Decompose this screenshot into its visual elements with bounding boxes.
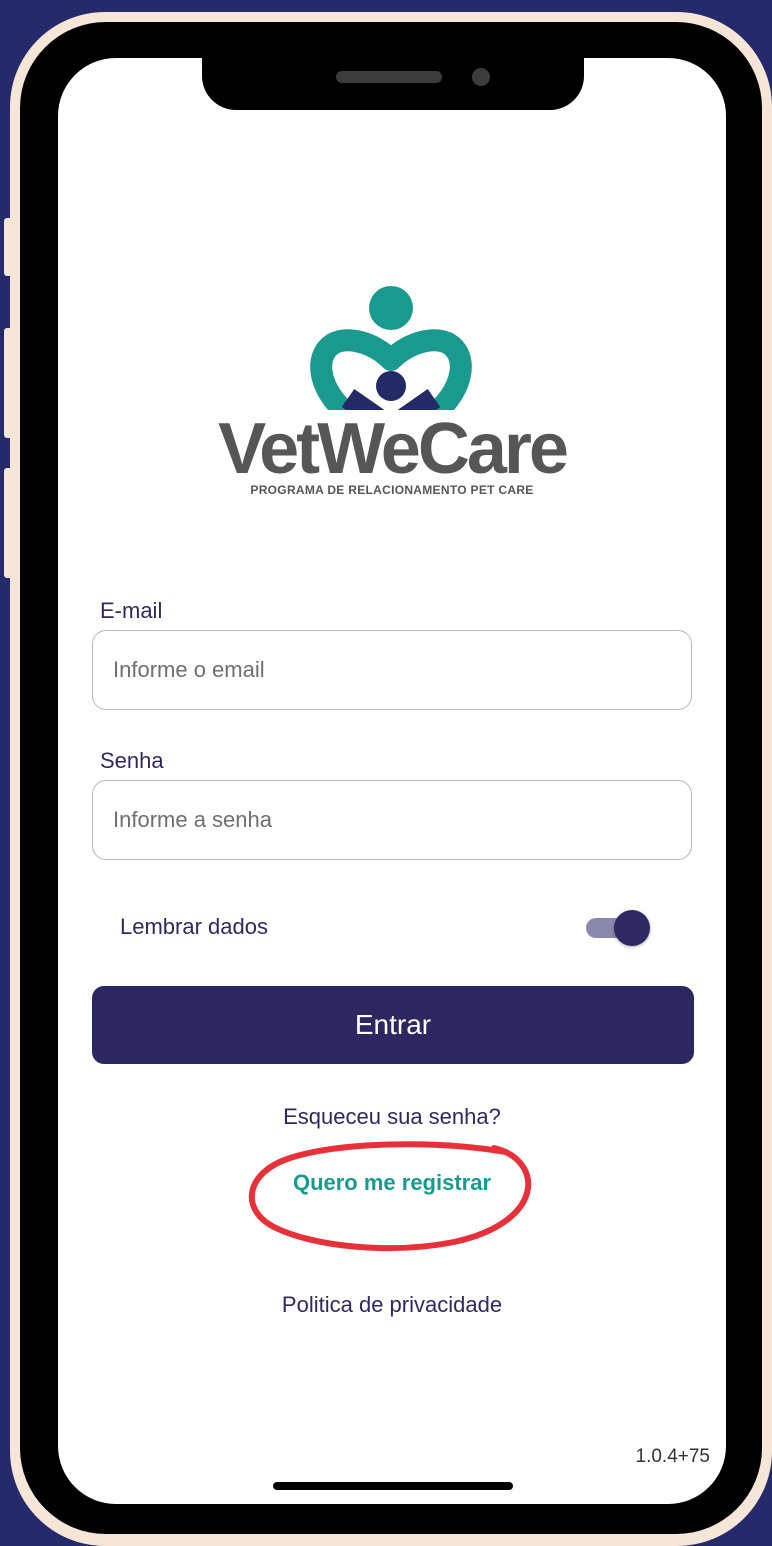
forgot-password-link[interactable]: Esqueceu sua senha?: [58, 1104, 726, 1130]
heart-people-logo-icon: [310, 286, 472, 410]
phone-notch: [202, 54, 584, 110]
speaker: [336, 71, 442, 83]
remember-toggle[interactable]: [586, 908, 652, 948]
email-field[interactable]: [92, 630, 692, 710]
camera: [472, 68, 490, 86]
remember-label: Lembrar dados: [120, 914, 268, 939]
home-indicator[interactable]: [273, 1482, 513, 1490]
password-label: Senha: [100, 748, 164, 773]
login-button[interactable]: Entrar: [92, 986, 694, 1064]
app-version: 1.0.4+75: [635, 1446, 711, 1467]
register-link[interactable]: Quero me registrar: [58, 1170, 726, 1196]
email-label: E-mail: [100, 598, 163, 623]
login-screen: VetWeCare PROGRAMA DE RELACIONAMENTO PET…: [58, 58, 726, 1504]
toggle-thumb: [614, 910, 650, 946]
brand-tagline: PROGRAMA DE RELACIONAMENTO PET CARE: [250, 483, 534, 497]
password-field[interactable]: [92, 780, 692, 860]
privacy-policy-link[interactable]: Politica de privacidade: [58, 1292, 726, 1318]
brand-name: VetWeCare: [218, 409, 569, 489]
